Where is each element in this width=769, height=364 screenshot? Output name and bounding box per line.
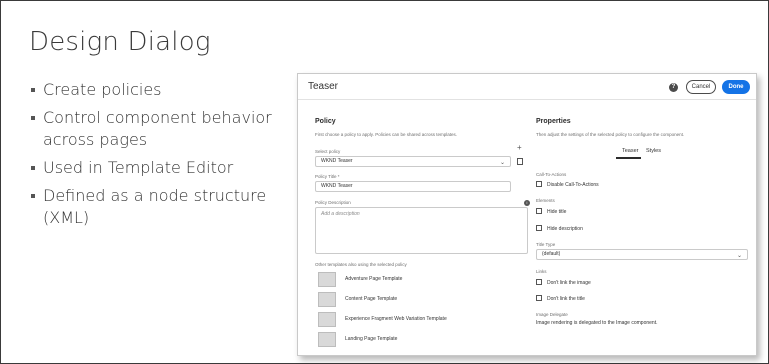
properties-heading: Properties <box>536 118 571 125</box>
template-name: Content Page Template <box>345 296 398 302</box>
template-thumbnail <box>318 272 336 287</box>
template-thumbnail <box>318 292 336 307</box>
copy-icon[interactable] <box>517 158 523 165</box>
elements-label: Elements <box>536 198 555 203</box>
policy-title-label: Policy Title * <box>315 174 340 179</box>
checkbox-label: Hide title <box>547 209 567 215</box>
checkbox-label: Don't link the image <box>547 280 591 286</box>
disable-cta-checkbox[interactable]: Disable Call-To-Actions <box>536 181 599 188</box>
properties-description: Then adjust the settings of the selected… <box>536 132 685 137</box>
properties-tabs: Teaser Styles <box>536 148 748 159</box>
list-item[interactable]: Content Page Template <box>315 290 528 310</box>
tab-styles[interactable]: Styles <box>646 148 661 154</box>
done-button[interactable]: Done <box>722 80 750 94</box>
template-name: Landing Page Template <box>345 336 398 342</box>
help-icon[interactable]: ? <box>669 83 678 92</box>
hide-description-checkbox[interactable]: Hide description <box>536 225 583 232</box>
chevron-down-icon: ⌄ <box>736 253 742 259</box>
policy-description-label: Policy Description <box>315 200 351 205</box>
chevron-down-icon: ⌄ <box>499 160 505 166</box>
slide-title: Design Dialog <box>29 27 211 57</box>
hide-title-checkbox[interactable]: Hide title <box>536 208 567 215</box>
list-item[interactable]: Experience Fragment Web Variation Templa… <box>315 310 528 330</box>
tab-teaser[interactable]: Teaser <box>622 148 639 154</box>
image-delegate-text: Image rendering is delegated to the Imag… <box>536 320 658 326</box>
plus-icon[interactable]: + <box>517 143 522 152</box>
info-icon: i <box>524 200 530 206</box>
checkbox-label: Hide description <box>547 226 583 232</box>
list-item[interactable]: Adventure Page Template <box>315 270 528 290</box>
other-templates-label: Other templates also using the selected … <box>315 262 407 267</box>
design-dialog-screenshot: Teaser ? Cancel Done Policy First choose… <box>297 73 757 356</box>
cancel-button[interactable]: Cancel <box>686 80 716 94</box>
slide: Design Dialog Create policies Control co… <box>0 0 769 364</box>
template-list: Adventure Page Template Content Page Tem… <box>315 270 528 350</box>
policy-section: Policy First choose a policy to apply. P… <box>315 118 528 137</box>
dialog-header: Teaser ? Cancel Done <box>298 74 756 100</box>
links-label: Links <box>536 269 547 274</box>
dialog-title: Teaser <box>308 81 339 92</box>
dont-link-title-checkbox[interactable]: Don't link the title <box>536 295 585 302</box>
bullet-item: Create policies <box>31 79 281 101</box>
policy-description-field[interactable]: Add a description <box>315 207 528 254</box>
bullet-item: Used in Template Editor <box>31 157 281 179</box>
policy-description-placeholder: Add a description <box>321 211 360 217</box>
template-name: Experience Fragment Web Variation Templa… <box>345 316 447 322</box>
properties-section: Properties Then adjust the settings of t… <box>536 118 748 137</box>
template-thumbnail <box>318 312 336 327</box>
select-policy-value: WKND Teaser <box>321 158 353 164</box>
policy-title-field[interactable]: WKND Teaser <box>315 181 511 192</box>
policy-description: First choose a policy to apply. Policies… <box>315 132 457 137</box>
checkbox-label: Disable Call-To-Actions <box>547 182 599 188</box>
title-type-label: Title Type <box>536 242 556 247</box>
title-type-value: (default) <box>542 251 561 257</box>
template-thumbnail <box>318 332 336 347</box>
call-to-actions-label: Call-To-Actions <box>536 172 567 177</box>
bullet-item: Control component behavior across pages <box>31 107 281 151</box>
list-item[interactable]: Landing Page Template <box>315 330 528 350</box>
select-policy-dropdown[interactable]: WKND Teaser ⌄ <box>315 156 511 167</box>
checkbox[interactable] <box>536 279 542 286</box>
policy-heading: Policy <box>315 118 336 125</box>
checkbox[interactable] <box>536 295 542 302</box>
template-name: Adventure Page Template <box>345 276 403 282</box>
title-type-dropdown[interactable]: (default) ⌄ <box>536 249 748 260</box>
image-delegate-label: Image Delegate <box>536 312 568 317</box>
checkbox[interactable] <box>536 181 542 188</box>
bullet-item: Defined as a node structure (XML) <box>31 185 281 229</box>
active-tab-indicator <box>616 157 641 159</box>
select-policy-label: Select policy <box>315 149 341 154</box>
checkbox[interactable] <box>536 208 542 215</box>
bullet-list: Create policies Control component behavi… <box>31 79 281 235</box>
checkbox-label: Don't link the title <box>547 296 585 302</box>
checkbox[interactable] <box>536 225 542 232</box>
dont-link-image-checkbox[interactable]: Don't link the image <box>536 279 591 286</box>
